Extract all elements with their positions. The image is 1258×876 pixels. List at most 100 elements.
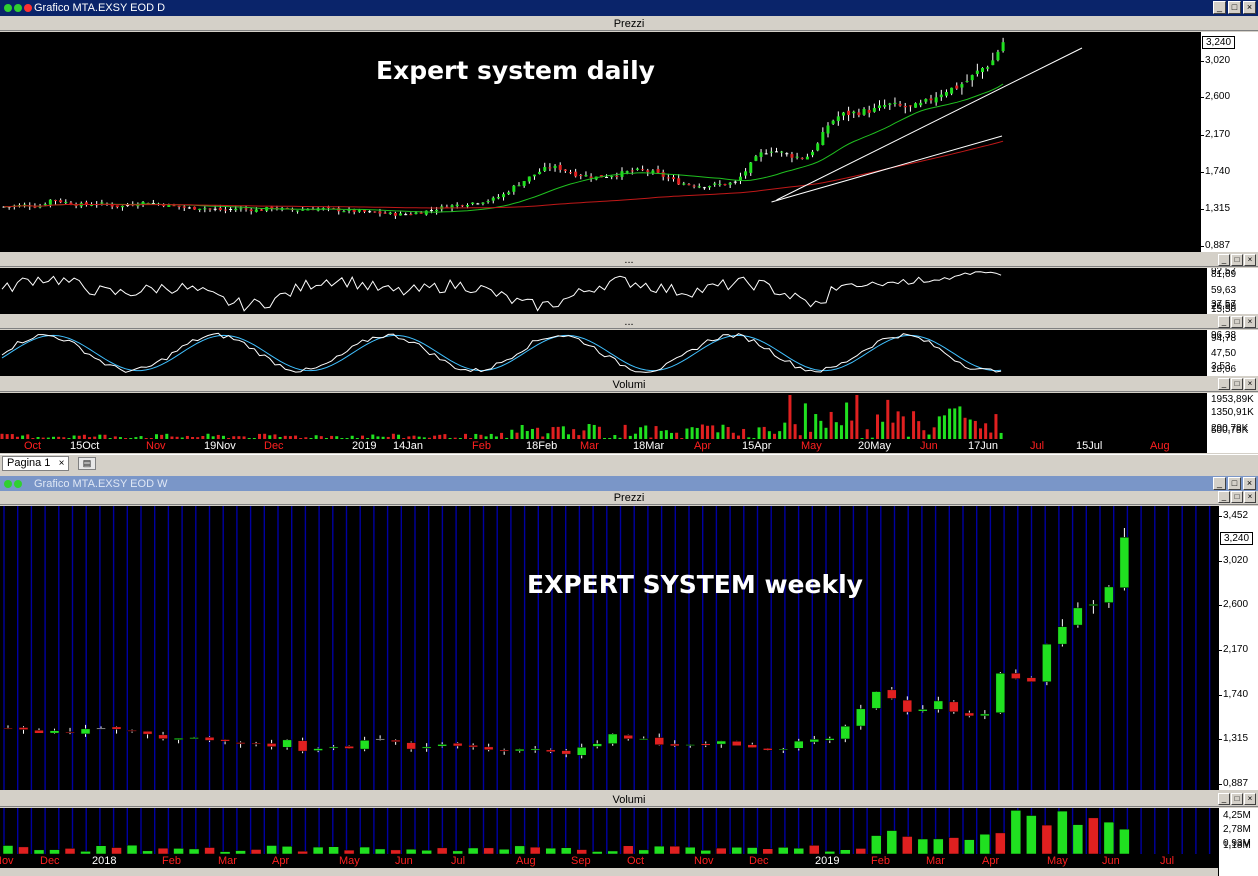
status-dot-icon xyxy=(14,480,22,488)
candle-body xyxy=(1119,537,1130,588)
candle-body xyxy=(610,176,614,178)
candle-body xyxy=(630,170,634,172)
candle-body xyxy=(872,108,876,112)
candle-body xyxy=(193,206,197,210)
candle-body xyxy=(204,737,215,741)
panel-close-button[interactable]: × xyxy=(1244,254,1256,266)
daily-stoch-plot[interactable] xyxy=(0,330,1206,376)
candle-body xyxy=(816,143,820,151)
daily-price-plot[interactable]: Expert system daily xyxy=(0,32,1200,252)
candle-body xyxy=(908,105,912,107)
panel-close-button[interactable]: × xyxy=(1244,491,1256,503)
axis-tick-mark xyxy=(1201,134,1204,136)
candle-body xyxy=(491,197,495,201)
daily-window-title: Grafico MTA.EXSY EOD D xyxy=(34,2,166,14)
candle-body xyxy=(995,673,1006,713)
candle-body xyxy=(187,207,191,209)
volume-bar xyxy=(979,833,991,854)
time-axis-label: Jul xyxy=(451,855,466,867)
volume-bar xyxy=(896,411,900,439)
candle-body xyxy=(862,109,866,115)
panel-minimize-button[interactable]: _ xyxy=(1218,491,1230,503)
weekly-volume-axis: 4,25M 2,78M 0,93M 1,18M xyxy=(1218,808,1258,854)
volume-bar xyxy=(824,427,828,439)
candle-body xyxy=(795,156,799,158)
candle-body xyxy=(672,177,675,180)
candle-body xyxy=(708,185,712,188)
volume-bar xyxy=(1088,817,1099,854)
time-axis-label: 18Mar xyxy=(633,440,665,452)
time-axis-label: May xyxy=(1047,855,1068,867)
minimize-button[interactable]: _ xyxy=(1213,1,1226,14)
candle-body xyxy=(607,733,618,744)
tab-close-icon[interactable]: × xyxy=(59,457,65,470)
candle-body xyxy=(435,209,439,212)
axis-tick-label: 2,600 xyxy=(1205,91,1231,103)
candle-body xyxy=(856,708,866,727)
panel-close-button[interactable]: × xyxy=(1244,316,1256,328)
candle-body xyxy=(1088,604,1099,606)
panel-restore-button[interactable]: □ xyxy=(1231,316,1243,328)
panel-minimize-button[interactable]: _ xyxy=(1218,254,1230,266)
candle-body xyxy=(785,153,789,155)
volume-bar xyxy=(711,425,715,439)
candle-body xyxy=(198,208,202,211)
restore-button[interactable]: □ xyxy=(1228,1,1241,14)
restore-button[interactable]: □ xyxy=(1228,477,1241,490)
candle-body xyxy=(378,211,382,214)
volume-bar xyxy=(953,408,957,439)
weekly-window-title: Grafico MTA.EXSY EOD W xyxy=(34,478,168,490)
candle-body xyxy=(189,737,199,740)
minimize-button[interactable]: _ xyxy=(1213,477,1226,490)
candle-body xyxy=(677,178,681,185)
time-axis-label: Apr xyxy=(272,855,290,867)
candle-body xyxy=(344,746,354,749)
candle-body xyxy=(794,740,804,749)
candle-body xyxy=(809,739,820,743)
panel-minimize-button[interactable]: _ xyxy=(1218,378,1230,390)
candle-body xyxy=(393,212,397,216)
candle-body xyxy=(96,727,106,730)
daily-price-axis: 3,020 2,600 2,170 1,740 1,315 0,887 3,240 xyxy=(1200,32,1258,252)
panel-close-button[interactable]: × xyxy=(1244,378,1256,390)
weekly-price-plot[interactable]: EXPERT SYSTEM weekly xyxy=(0,506,1218,790)
candle-body xyxy=(48,199,52,205)
volume-bar xyxy=(917,421,921,439)
volume-bar xyxy=(783,422,787,439)
candle-body xyxy=(502,194,506,198)
panel-restore-button[interactable]: □ xyxy=(1231,491,1243,503)
time-axis-label: Feb xyxy=(472,440,491,452)
panel-restore-button[interactable]: □ xyxy=(1231,254,1243,266)
volume-bar xyxy=(726,427,730,439)
candle-body xyxy=(517,185,521,187)
candle-body xyxy=(615,175,619,177)
volume-bar xyxy=(762,426,766,439)
candle-body xyxy=(986,67,990,69)
tab-pagina-1[interactable]: Pagina 1 × xyxy=(2,456,70,471)
volume-bar xyxy=(933,838,944,854)
daily-volume-plot[interactable] xyxy=(0,393,1206,439)
candle-body xyxy=(54,200,57,202)
time-axis-label: 18Feb xyxy=(526,440,558,452)
weekly-volume-plot[interactable] xyxy=(0,808,1218,854)
axis-tick-label: 3,452 xyxy=(1223,510,1249,521)
volume-bar xyxy=(793,424,797,439)
panel-restore-button[interactable]: □ xyxy=(1231,378,1243,390)
candle-body xyxy=(666,177,670,179)
candle-body xyxy=(486,201,490,203)
daily-window-titlebar[interactable]: Grafico MTA.EXSY EOD D _ □ × xyxy=(0,0,1258,16)
panel-restore-button[interactable]: □ xyxy=(1231,793,1243,805)
new-tab-icon[interactable]: ▤ xyxy=(78,457,96,470)
weekly-window-titlebar[interactable]: Grafico MTA.EXSY EOD W _ □ × xyxy=(0,476,1258,492)
candle-body xyxy=(732,741,742,747)
panel-minimize-button[interactable]: _ xyxy=(1218,793,1230,805)
panel-minimize-button[interactable]: _ xyxy=(1218,316,1230,328)
close-button[interactable]: × xyxy=(1243,1,1256,14)
panel-title: Prezzi xyxy=(613,18,645,30)
daily-rsi-plot[interactable] xyxy=(0,268,1206,314)
axis-tick-mark xyxy=(1201,61,1204,63)
candle-body xyxy=(173,737,184,740)
panel-close-button[interactable]: × xyxy=(1244,793,1256,805)
close-button[interactable]: × xyxy=(1243,477,1256,490)
volume-bar xyxy=(1119,828,1130,854)
